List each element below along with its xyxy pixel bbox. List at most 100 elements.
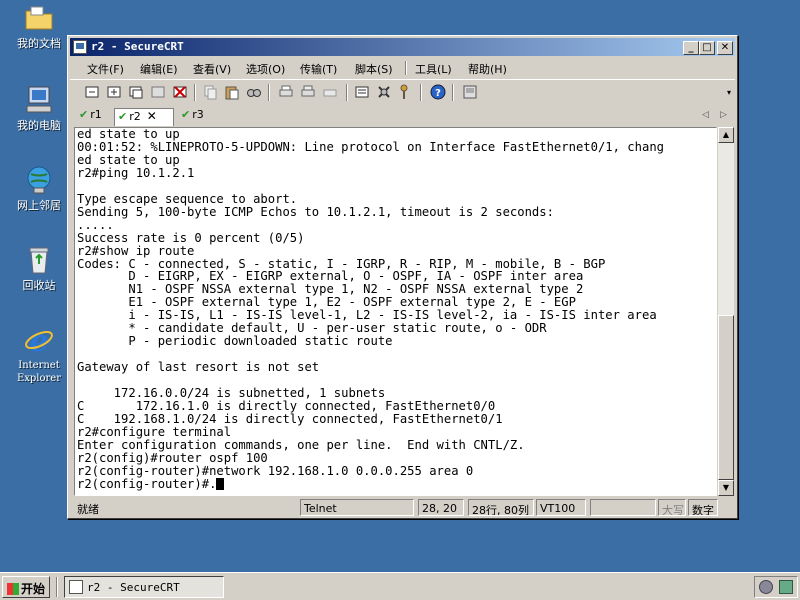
menu-help[interactable]: 帮助(H) (468, 61, 507, 77)
terminal-line: r2(config-router)#. (77, 477, 664, 491)
tab-r2[interactable]: ✔ r2 ✕ (114, 108, 174, 126)
session-tabs: ✔ r1 ✔ r2 ✕ ✔ r3 ◁ ▷ (70, 106, 735, 126)
status-ready: 就绪 (77, 503, 99, 516)
taskbar-button-securecrt[interactable]: r2 - SecureCRT (64, 576, 224, 598)
window-title: r2 - SecureCRT (91, 40, 184, 53)
connected-check-icon: ✔ (118, 110, 128, 123)
find-icon[interactable] (246, 84, 262, 100)
terminal-line: Gateway of last resort is not set (77, 360, 320, 375)
folder-icon (23, 2, 55, 34)
tab-label: r3 (192, 108, 204, 121)
terminal-line: r2#configure terminal (77, 424, 232, 439)
paste-icon[interactable] (224, 84, 240, 100)
tab-r1[interactable]: ✔ r1 (76, 108, 110, 126)
desktop-icon-recycle-bin[interactable]: 回收站 (6, 244, 72, 292)
title-bar[interactable]: r2 - SecureCRT _ □ ✕ (70, 38, 735, 56)
taskbar: 开始 r2 - SecureCRT (0, 572, 800, 600)
keymap-icon[interactable] (462, 84, 478, 100)
terminal-line: r2#ping 10.1.2.1 (77, 165, 195, 180)
start-button[interactable]: 开始 (2, 576, 50, 598)
status-cursor-position: 28, 20 (418, 499, 464, 516)
taskbar-separator (56, 577, 58, 597)
terminal-screen[interactable]: ed state to up 00:01:52: %LINEPROTO-5-UPD… (74, 127, 717, 496)
minimize-button[interactable]: _ (683, 41, 699, 55)
menu-options[interactable]: 选项(O) (246, 61, 285, 77)
connect-tab-icon[interactable] (128, 84, 144, 100)
toolbar-separator (194, 84, 196, 101)
vertical-scrollbar[interactable]: ▲ ▼ (718, 127, 734, 496)
terminal-cursor (216, 477, 225, 490)
help-icon[interactable]: ? (430, 84, 446, 100)
scroll-up-arrow-icon[interactable]: ▲ (718, 127, 734, 143)
scroll-thumb[interactable] (718, 315, 734, 480)
connect-icon[interactable] (84, 84, 100, 100)
speaker-icon[interactable] (759, 580, 773, 594)
key-icon[interactable] (396, 84, 412, 100)
securecrt-window: r2 - SecureCRT _ □ ✕ 文件(F) 编辑(E) 查看(V) 选项(… (67, 35, 738, 519)
print-setup-icon[interactable] (322, 84, 338, 100)
menu-script[interactable]: 脚本(S) (355, 61, 393, 77)
status-caps-lock: 大写 (658, 499, 686, 516)
tab-r3[interactable]: ✔ r3 (178, 108, 212, 126)
terminal-line: r2(config-router)#network 192.168.1.0 0.… (77, 463, 474, 478)
toolbar-separator (346, 84, 348, 101)
terminal-line: ed state to up (77, 127, 180, 141)
terminal-line: r2#show ip route (77, 243, 195, 258)
desktop-icon-label: 我的文档 (17, 37, 61, 50)
start-label: 开始 (21, 582, 46, 596)
terminal-line: Enter configuration commands, one per li… (77, 437, 525, 452)
maximize-button[interactable]: □ (699, 41, 715, 55)
connected-check-icon: ✔ (79, 108, 89, 121)
recycle-bin-icon (23, 244, 55, 276)
network-icon (23, 164, 55, 196)
menu-file[interactable]: 文件(F) (87, 61, 124, 77)
menu-transfer[interactable]: 传输(T) (300, 61, 337, 77)
desktop-icon-network[interactable]: 网上邻居 (6, 164, 72, 212)
toolbar-overflow-icon[interactable]: ▾ (727, 88, 731, 97)
toolbar-separator (420, 84, 422, 101)
print-icon[interactable] (278, 84, 294, 100)
app-icon (69, 580, 83, 594)
tab-scroll-right-icon[interactable]: ▷ (720, 110, 727, 120)
status-terminal-size: 28行, 80列 (468, 499, 534, 516)
tab-label: r2 (129, 110, 141, 123)
status-bar: 就绪 Telnet 28, 20 28行, 80列 VT100 大写 数字 (70, 499, 735, 517)
toolbar-separator (268, 84, 270, 101)
toolbar-separator (452, 84, 454, 101)
ie-icon: e (23, 324, 55, 359)
terminal-line: 00:01:52: %LINEPROTO-5-UPDOWN: Line prot… (77, 139, 664, 154)
menu-tools[interactable]: 工具(L) (415, 61, 452, 77)
svg-text:e: e (29, 324, 48, 356)
close-tab-icon[interactable]: ✕ (147, 109, 157, 123)
terminal-line: r2(config)#router ospf 100 (77, 450, 268, 465)
menu-edit[interactable]: 编辑(E) (140, 61, 178, 77)
reconnect-icon[interactable] (150, 84, 166, 100)
app-icon (73, 40, 87, 54)
session-options-icon[interactable] (354, 84, 370, 100)
menu-separator (405, 61, 407, 75)
network-status-icon[interactable] (779, 580, 793, 594)
desktop-icon-label: 回收站 (22, 279, 56, 292)
global-options-icon[interactable] (376, 84, 392, 100)
disconnect-icon[interactable] (172, 84, 188, 100)
desktop-icon-my-documents[interactable]: 我的文档 (6, 2, 72, 50)
tab-scroll-left-icon[interactable]: ◁ (702, 110, 709, 120)
desktop-icon-my-computer[interactable]: 我的电脑 (6, 84, 72, 132)
desktop-icon-internet-explorer[interactable]: e Internet Explorer (6, 324, 72, 385)
status-empty (590, 499, 656, 516)
terminal-line: C 192.168.1.0/24 is directly connected, … (77, 411, 503, 426)
connected-check-icon: ✔ (181, 108, 191, 121)
scroll-down-arrow-icon[interactable]: ▼ (718, 480, 734, 496)
system-tray (754, 576, 798, 598)
copy-icon[interactable] (202, 84, 218, 100)
menu-bar: 文件(F) 编辑(E) 查看(V) 选项(O) 传输(T) 脚本(S) 工具(L… (70, 58, 735, 77)
svg-text:?: ? (435, 88, 441, 99)
print-selection-icon[interactable] (300, 84, 316, 100)
menu-view[interactable]: 查看(V) (193, 61, 231, 77)
terminal-output: ed state to up 00:01:52: %LINEPROTO-5-UPD… (77, 128, 664, 491)
close-button[interactable]: ✕ (717, 41, 733, 55)
terminal-line: P - periodic downloaded static route (77, 334, 393, 349)
desktop-icon-label: Internet Explorer (16, 360, 62, 384)
quick-connect-icon[interactable] (106, 84, 122, 100)
